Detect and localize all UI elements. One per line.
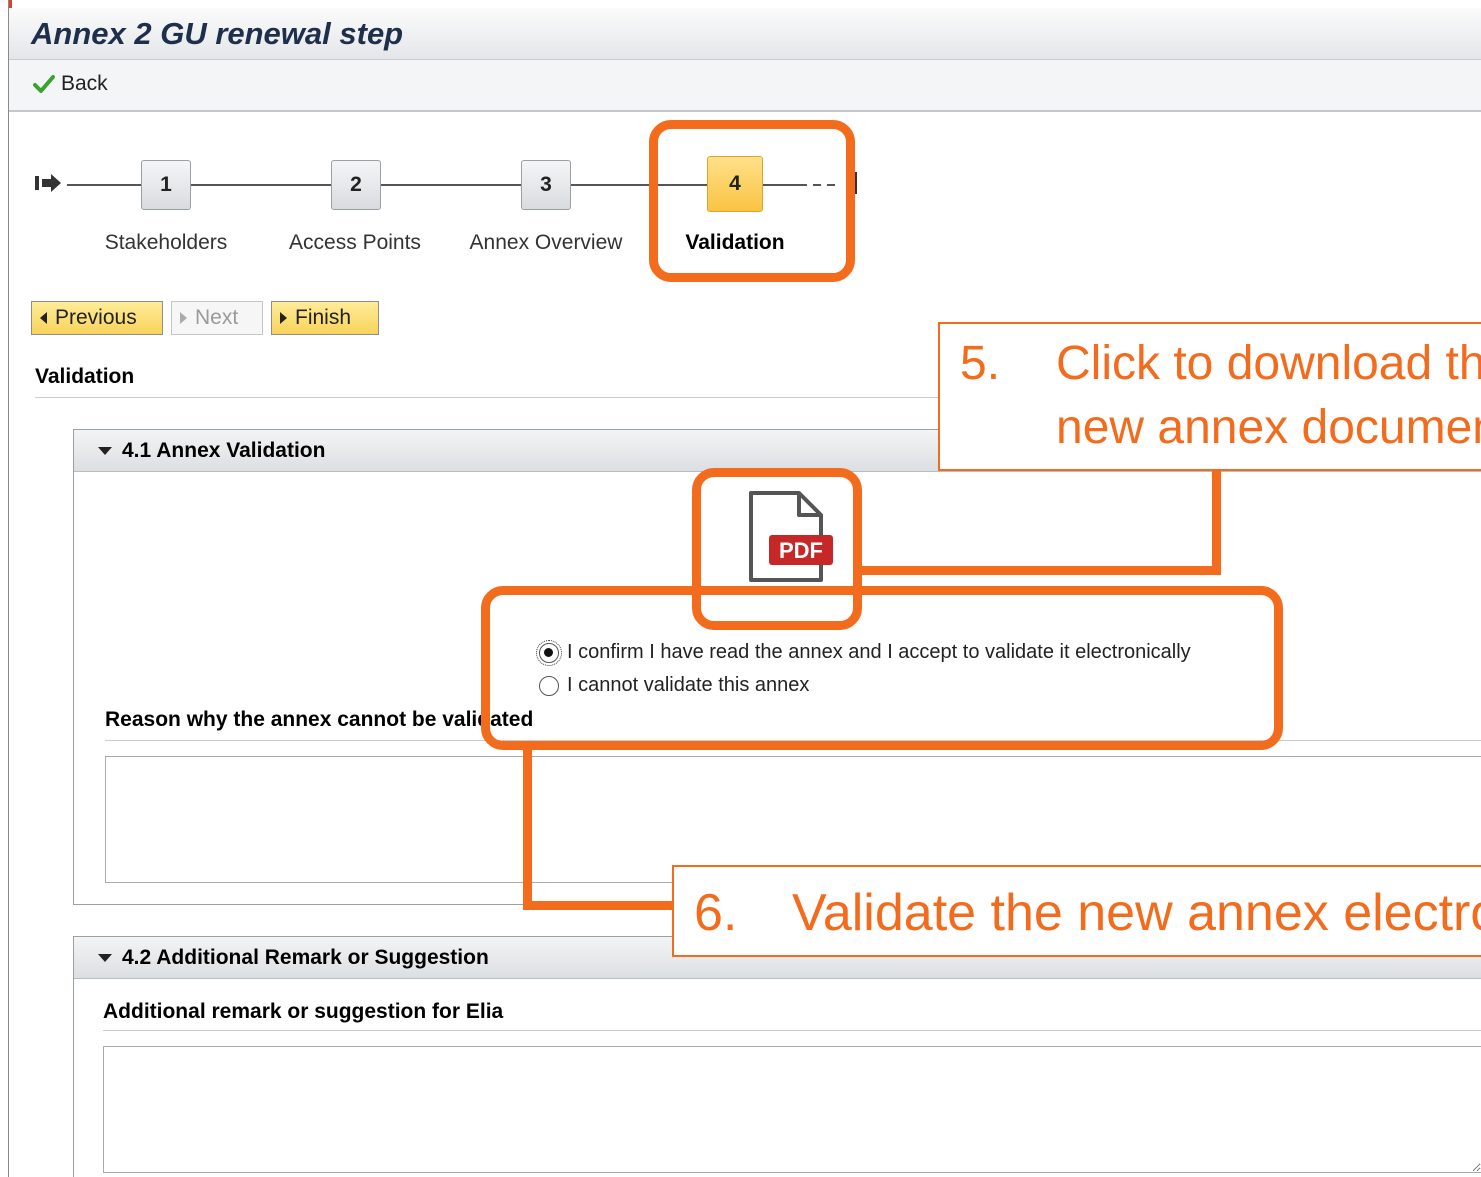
chevron-right-icon (180, 312, 187, 324)
roadmap-line (571, 184, 707, 186)
roadmap-line (191, 184, 331, 186)
pdf-file-icon[interactable]: PDF (739, 488, 839, 588)
callout-6-connector (523, 748, 532, 910)
finish-label: Finish (295, 306, 352, 329)
callout-step-6: 6. Validate the new annex electronically (672, 865, 1481, 957)
svg-text:PDF: PDF (779, 538, 823, 563)
callout-6-connector (523, 901, 673, 910)
radio-cannot-validate[interactable]: I cannot validate this annex (539, 674, 809, 697)
roadmap-line (827, 184, 835, 186)
radio-button[interactable] (539, 675, 559, 696)
finish-button[interactable]: Finish (271, 301, 379, 335)
next-button[interactable]: Next (171, 301, 263, 335)
callout-5-connector (854, 566, 1221, 575)
collapse-icon (98, 953, 112, 962)
roadmap-end-marker (853, 172, 857, 194)
roadmap-step-2[interactable]: 2 (331, 160, 381, 210)
roadmap-step-3[interactable]: 3 (521, 160, 571, 210)
app-frame: Annex 2 GU renewal step Back 1 2 3 4 Sta… (8, 0, 1481, 1177)
roadmap-line (381, 184, 521, 186)
field-separator (105, 740, 1481, 741)
reason-label: Reason why the annex cannot be validated (105, 708, 534, 731)
next-label: Next (195, 306, 239, 329)
radio-confirm-label: I confirm I have read the annex and I ac… (567, 641, 1191, 663)
callout-6-number: 6. (694, 884, 738, 942)
callout-5-line2: new annex document (1056, 401, 1481, 454)
radio-confirm-validation[interactable]: I confirm I have read the annex and I ac… (536, 639, 1191, 666)
callout-step-5: 5. Click to download the new annex docum… (938, 322, 1481, 471)
radio-cannot-label: I cannot validate this annex (567, 674, 810, 696)
remark-textarea[interactable] (103, 1046, 1481, 1173)
radio-button-checked[interactable] (536, 639, 562, 666)
roadmap-line (813, 184, 821, 186)
roadmap-start-icon (35, 174, 61, 192)
collapse-icon (98, 446, 112, 455)
page-title: Annex 2 GU renewal step (31, 16, 404, 51)
chevron-left-icon (40, 312, 47, 324)
title-bar: Annex 2 GU renewal step (9, 8, 1481, 60)
toolbar: Back (9, 60, 1481, 112)
callout-5-line1: Click to download the (1056, 337, 1481, 390)
roadmap-step-1[interactable]: 1 (141, 160, 191, 210)
chevron-right-icon (280, 312, 287, 324)
callout-6-text: Validate the new annex electronically (792, 884, 1481, 942)
roadmap-step-4[interactable]: 4 (707, 156, 763, 212)
panel-title: 4.2 Additional Remark or Suggestion (122, 945, 489, 969)
back-button[interactable]: Back (33, 72, 108, 96)
roadmap-line (763, 184, 807, 186)
callout-5-connector (1212, 471, 1221, 575)
field-separator (103, 1030, 1481, 1031)
previous-label: Previous (55, 306, 137, 329)
roadmap-line (67, 184, 141, 186)
callout-5-number: 5. (960, 337, 1001, 390)
reason-textarea[interactable] (105, 756, 1481, 883)
panel-title: 4.1 Annex Validation (122, 438, 326, 462)
step-label-access-points[interactable]: Access Points (281, 231, 429, 255)
back-label: Back (61, 72, 108, 95)
checkmark-icon (33, 75, 55, 93)
step-label-stakeholders[interactable]: Stakeholders (101, 231, 231, 255)
previous-button[interactable]: Previous (31, 301, 163, 335)
step-label-annex-overview[interactable]: Annex Overview (461, 231, 631, 255)
remark-label: Additional remark or suggestion for Elia (103, 1000, 504, 1023)
step-label-validation[interactable]: Validation (677, 231, 793, 255)
